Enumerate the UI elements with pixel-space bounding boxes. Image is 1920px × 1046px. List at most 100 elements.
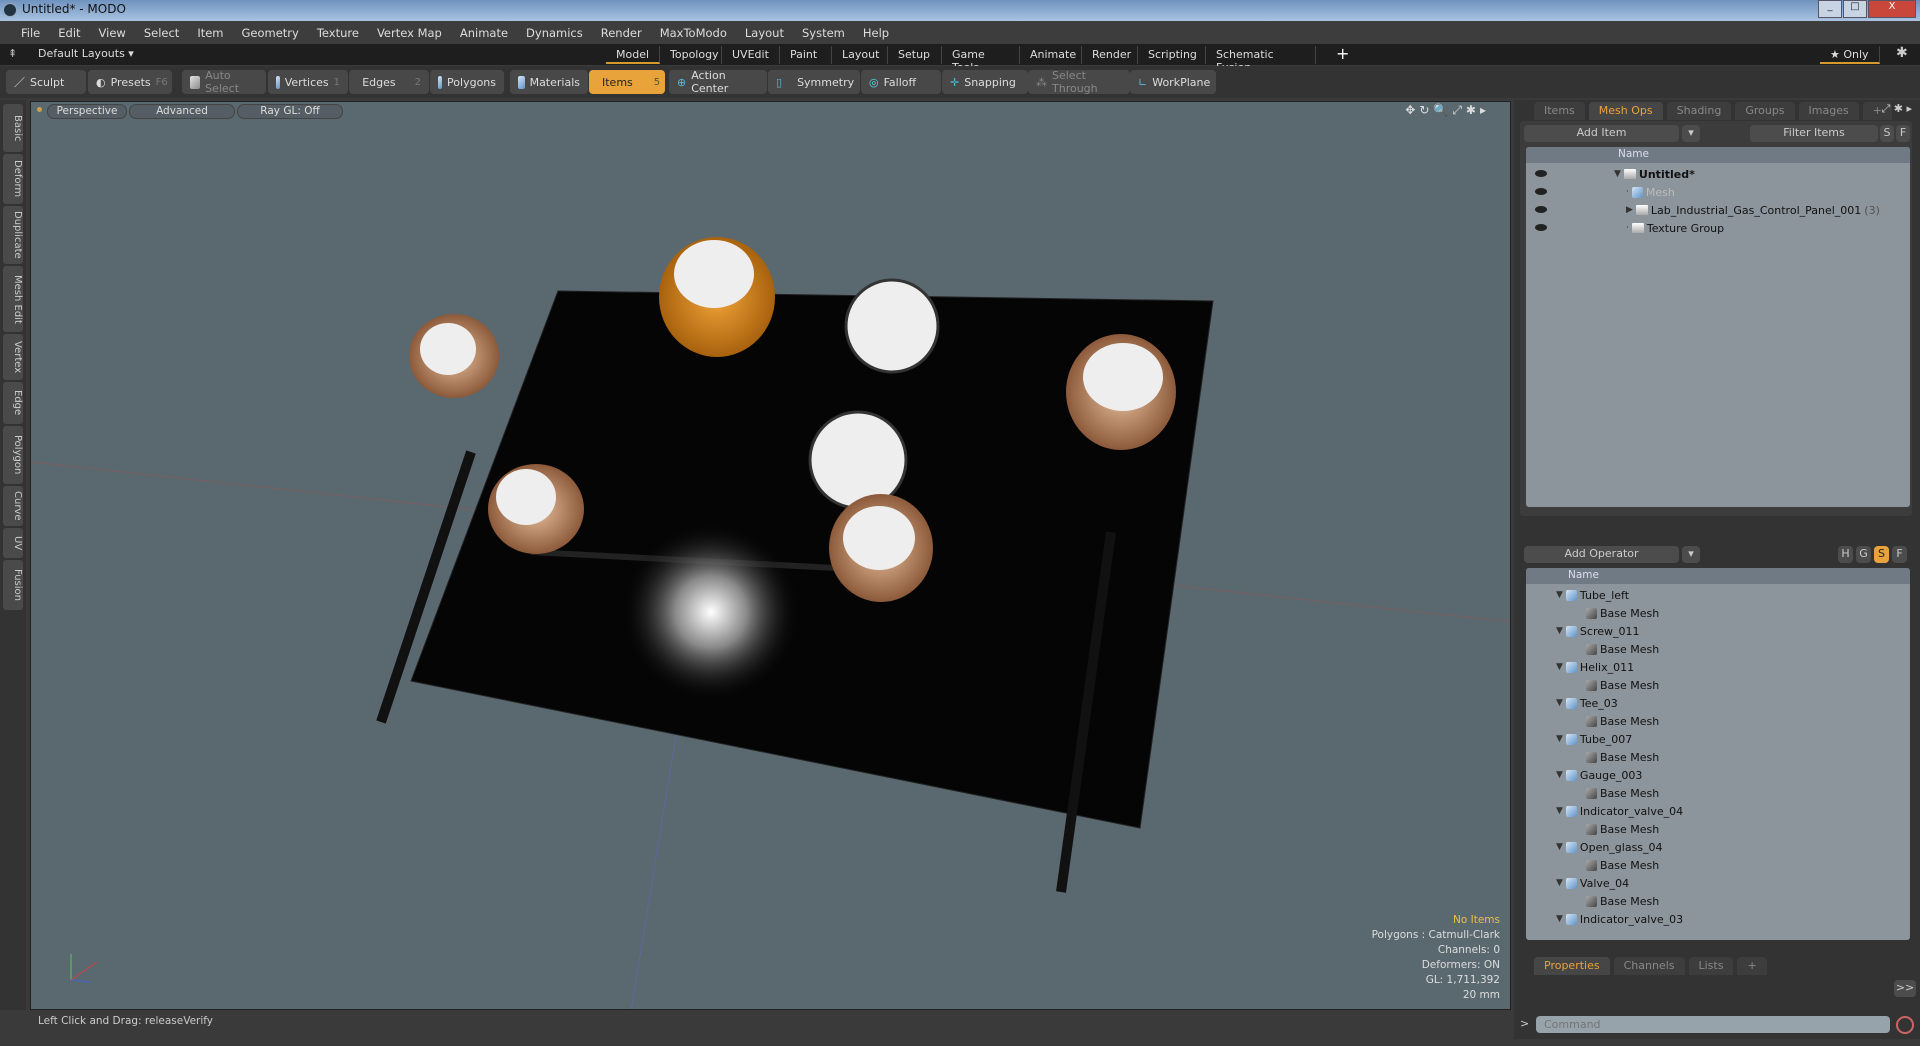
- mesh-op-row[interactable]: ▼Valve_04: [1556, 874, 1629, 892]
- symmetry-button[interactable]: ▯Symmetry: [768, 70, 860, 94]
- tab-model[interactable]: Model: [606, 46, 660, 64]
- only-toggle[interactable]: ★ Only: [1820, 46, 1880, 64]
- select-through-button[interactable]: ⁂Select Through: [1028, 70, 1130, 94]
- menu-system[interactable]: System: [793, 26, 854, 40]
- mesh-op-row[interactable]: ▼Open_glass_04: [1556, 838, 1663, 856]
- menu-edit[interactable]: Edit: [49, 26, 89, 40]
- filter-f-button[interactable]: F: [1896, 125, 1910, 142]
- mesh-op-row[interactable]: ▼Helix_011: [1556, 658, 1634, 676]
- expand-arrow-icon[interactable]: ▼: [1556, 662, 1563, 672]
- items-button[interactable]: Items5: [589, 70, 665, 94]
- tab-scripting[interactable]: Scripting: [1138, 46, 1206, 64]
- mesh-op-row[interactable]: ▼Gauge_003: [1556, 766, 1642, 784]
- tab-shading[interactable]: Shading: [1667, 102, 1732, 120]
- visibility-eye-icon[interactable]: [1535, 224, 1547, 231]
- polygons-button[interactable]: Polygons: [430, 70, 504, 94]
- add-item-button[interactable]: Add Item: [1524, 125, 1679, 142]
- left-tab-mesh-edit[interactable]: Mesh Edit: [3, 266, 23, 332]
- mesh-op-row[interactable]: ▼Tube_left: [1556, 586, 1629, 604]
- item-row[interactable]: ▶Lab_Industrial_Gas_Control_Panel_001(3): [1626, 201, 1880, 219]
- expand-arrow-icon[interactable]: ▼: [1556, 878, 1563, 888]
- tab-animate[interactable]: Animate: [1020, 46, 1082, 64]
- menu-select[interactable]: Select: [135, 26, 188, 40]
- visibility-eye-icon[interactable]: [1535, 170, 1547, 177]
- sculpt-button[interactable]: ／Sculpt: [6, 70, 86, 94]
- mesh-op-row[interactable]: ▼Indicator_valve_04: [1556, 802, 1683, 820]
- auto-select-button[interactable]: Auto Select: [182, 70, 266, 94]
- panel-options-icon[interactable]: ⤢ ✱ ▸: [1881, 102, 1912, 116]
- tab-mesh-ops[interactable]: Mesh Ops: [1589, 102, 1663, 120]
- record-icon[interactable]: [1896, 1016, 1914, 1034]
- left-tab-uv[interactable]: UV: [3, 528, 23, 558]
- maximize-button[interactable]: □: [1843, 0, 1867, 18]
- expand-arrow-icon[interactable]: ▼: [1556, 806, 1563, 816]
- vertices-button[interactable]: Vertices1: [268, 70, 348, 94]
- tab-items[interactable]: Items: [1534, 102, 1585, 120]
- mesh-op-row[interactable]: Base Mesh: [1586, 820, 1659, 838]
- tab-setup[interactable]: Setup: [888, 46, 942, 64]
- flag-h-button[interactable]: H: [1838, 546, 1853, 563]
- tab-images[interactable]: Images: [1799, 102, 1859, 120]
- mesh-op-row[interactable]: Base Mesh: [1586, 640, 1659, 658]
- snapping-button[interactable]: ✛Snapping: [942, 70, 1028, 94]
- mesh-op-row[interactable]: Base Mesh: [1586, 712, 1659, 730]
- menu-dynamics[interactable]: Dynamics: [517, 26, 592, 40]
- mesh-op-row[interactable]: ▼Tee_03: [1556, 694, 1618, 712]
- tab-lists[interactable]: Lists: [1689, 957, 1734, 975]
- menu-maxtomodo[interactable]: MaxToModo: [651, 26, 736, 40]
- item-row[interactable]: ·Texture Group: [1626, 219, 1724, 237]
- menu-animate[interactable]: Animate: [451, 26, 517, 40]
- add-item-dropdown-icon[interactable]: ▾: [1682, 125, 1700, 142]
- expand-properties-button[interactable]: >>: [1894, 980, 1916, 997]
- default-layouts-dropdown[interactable]: Default Layouts ▾: [38, 47, 134, 60]
- menu-view[interactable]: View: [90, 26, 135, 40]
- item-row[interactable]: ▼Untitled*: [1614, 165, 1695, 183]
- mesh-op-row[interactable]: ▼Indicator_valve_03: [1556, 910, 1683, 928]
- menu-geometry[interactable]: Geometry: [233, 26, 308, 40]
- expand-arrow-icon[interactable]: ·: [1626, 223, 1629, 233]
- expand-arrow-icon[interactable]: ▼: [1556, 590, 1563, 600]
- edges-button[interactable]: Edges2: [349, 70, 429, 94]
- tab-render[interactable]: Render: [1082, 46, 1138, 64]
- tab-game-tools[interactable]: Game Tools: [942, 46, 1020, 64]
- presets-button[interactable]: ◐PresetsF6: [88, 70, 172, 94]
- add-layout-tab-button[interactable]: +: [1336, 44, 1349, 63]
- add-operator-button[interactable]: Add Operator: [1524, 546, 1679, 563]
- falloff-button[interactable]: ◎Falloff: [861, 70, 941, 94]
- workplane-button[interactable]: ∟WorkPlane: [1130, 70, 1216, 94]
- expand-arrow-icon[interactable]: ·: [1626, 187, 1629, 197]
- expand-arrow-icon[interactable]: ▶: [1626, 205, 1633, 215]
- tab-uvedit[interactable]: UVEdit: [722, 46, 780, 64]
- close-button[interactable]: X: [1868, 0, 1916, 18]
- expand-arrow-icon[interactable]: ▼: [1556, 626, 1563, 636]
- left-tab-deform[interactable]: Deform: [3, 154, 23, 204]
- filter-items-input[interactable]: Filter Items: [1750, 125, 1878, 142]
- tab-groups[interactable]: Groups: [1735, 102, 1794, 120]
- tab-paint[interactable]: Paint: [780, 46, 832, 64]
- command-input[interactable]: [1536, 1016, 1890, 1033]
- materials-button[interactable]: Materials: [510, 70, 588, 94]
- left-tab-edge[interactable]: Edge: [3, 382, 23, 424]
- tab-channels[interactable]: Channels: [1614, 957, 1685, 975]
- mesh-op-row[interactable]: Base Mesh: [1586, 892, 1659, 910]
- 3d-viewport[interactable]: Perspective Advanced Ray GL: Off ✥↻🔍⤢✱▸ …: [30, 101, 1511, 1010]
- menu-render[interactable]: Render: [592, 26, 651, 40]
- expand-arrow-icon[interactable]: ▼: [1556, 842, 1563, 852]
- tab-properties[interactable]: Properties: [1534, 957, 1610, 975]
- tab-topology[interactable]: Topology: [660, 46, 722, 64]
- visibility-eye-icon[interactable]: [1535, 188, 1547, 195]
- mesh-op-row[interactable]: Base Mesh: [1586, 676, 1659, 694]
- mesh-op-row[interactable]: Base Mesh: [1586, 604, 1659, 622]
- flag-s-button[interactable]: S: [1874, 546, 1889, 563]
- menu-file[interactable]: File: [12, 26, 49, 40]
- left-tab-vertex[interactable]: Vertex: [3, 334, 23, 380]
- visibility-eye-icon[interactable]: [1535, 206, 1547, 213]
- minimize-button[interactable]: _: [1818, 0, 1842, 18]
- menu-layout[interactable]: Layout: [736, 26, 793, 40]
- menu-help[interactable]: Help: [854, 26, 898, 40]
- layout-up-icon[interactable]: ⇞: [8, 47, 17, 60]
- menu-texture[interactable]: Texture: [308, 26, 368, 40]
- expand-arrow-icon[interactable]: ▼: [1556, 734, 1563, 744]
- mesh-op-row[interactable]: Base Mesh: [1586, 856, 1659, 874]
- expand-arrow-icon[interactable]: ▼: [1614, 169, 1621, 179]
